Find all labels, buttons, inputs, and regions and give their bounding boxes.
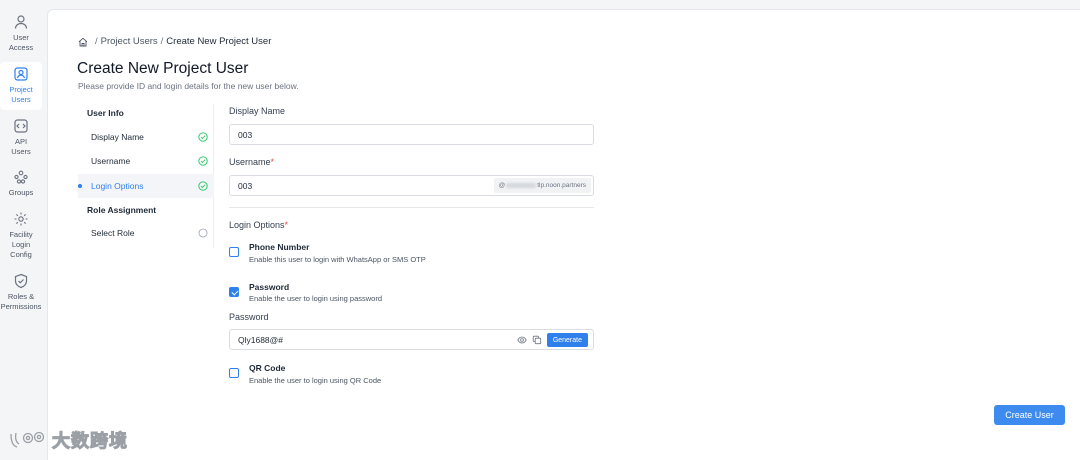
project-users-icon <box>13 66 29 82</box>
watermark: 大数跨境 <box>8 427 128 453</box>
check-circle-icon <box>198 156 208 166</box>
username-domain-suffix: @ tlp.noon.partners <box>493 178 591 193</box>
sidebar-item-groups[interactable]: Groups <box>0 169 42 201</box>
display-name-label: Display Name <box>229 106 286 116</box>
facility-config-icon <box>13 211 29 227</box>
breadcrumb-separator: / <box>160 36 164 47</box>
phone-number-checkbox[interactable] <box>229 247 239 257</box>
form-stepper: User Info Display Name Username Login Op… <box>78 104 214 248</box>
login-options-label: Login Options* <box>229 220 288 230</box>
step-display-name[interactable]: Display Name <box>78 125 214 149</box>
step-label: Select Role <box>91 228 135 238</box>
qr-code-checkbox[interactable] <box>229 368 239 378</box>
create-user-button[interactable]: Create User <box>994 405 1065 425</box>
username-label: Username* <box>229 157 274 167</box>
sidebar-item-user-access[interactable]: User Access <box>0 12 42 54</box>
username-input[interactable]: 003 @ tlp.noon.partners <box>229 175 594 196</box>
page-subtitle: Please provide ID and login details for … <box>78 81 299 91</box>
display-name-value: 003 <box>238 129 253 140</box>
sidebar-item-label: Facility Login Config <box>9 230 33 259</box>
shield-icon <box>13 273 29 289</box>
sidebar-item-label: Project Users <box>9 85 33 104</box>
phone-number-option-title: Phone Number <box>249 242 310 252</box>
blurred-domain <box>506 183 537 188</box>
breadcrumb: / Project Users / Create New Project Use… <box>78 36 271 47</box>
password-checkbox[interactable] <box>229 287 239 297</box>
sidebar-item-label: User Access <box>8 33 34 52</box>
sidebar-item-project-users[interactable]: Project Users <box>0 62 42 110</box>
step-label: Display Name <box>91 132 144 142</box>
password-actions: Generate <box>517 333 588 347</box>
current-step-dot-icon <box>78 184 82 188</box>
watermark-logo-icon <box>8 429 48 451</box>
watermark-text: 大数跨境 <box>52 431 128 452</box>
password-option-desc: Enable the user to login using password <box>249 294 383 303</box>
generate-password-button[interactable]: Generate <box>546 333 588 347</box>
suffix-at: @ <box>498 182 506 189</box>
section-divider <box>229 207 594 208</box>
step-username[interactable]: Username <box>78 149 214 173</box>
required-asterisk: * <box>270 157 275 167</box>
password-input[interactable]: Qly1688@# Generate <box>229 329 594 350</box>
display-name-input[interactable]: 003 <box>229 124 594 145</box>
sidebar-item-facility-login-config[interactable]: Facility Login Config <box>0 211 42 263</box>
breadcrumb-link-project-users[interactable]: Project Users <box>101 36 158 47</box>
step-select-role[interactable]: Select Role <box>78 221 214 245</box>
breadcrumb-current: Create New Project User <box>166 36 272 47</box>
step-label: Login Options <box>91 181 144 191</box>
password-value: Qly1688@# <box>238 334 284 345</box>
suffix-domain: tlp.noon.partners <box>537 182 586 189</box>
login-options-label-text: Login Options <box>229 220 285 230</box>
check-circle-icon <box>198 181 208 191</box>
qr-code-option-desc: Enable the user to login using QR Code <box>249 376 382 385</box>
sidebar-item-label: Roles & Permissions <box>0 292 42 311</box>
username-value: 003 <box>238 180 253 191</box>
password-option-title: Password <box>249 282 290 292</box>
user-icon <box>13 14 29 30</box>
eye-icon[interactable] <box>517 335 527 345</box>
breadcrumb-separator: / <box>95 36 98 47</box>
copy-icon[interactable] <box>532 335 542 345</box>
step-label: Username <box>91 156 131 166</box>
password-label: Password <box>229 312 269 322</box>
stepper-section-user-info: User Info <box>87 108 124 118</box>
username-label-text: Username <box>229 157 271 167</box>
sidebar-item-roles-permissions[interactable]: Roles & Permissions <box>0 273 42 313</box>
check-circle-icon <box>198 132 208 142</box>
step-login-options[interactable]: Login Options <box>78 174 214 198</box>
qr-code-option-title: QR Code <box>249 363 286 373</box>
pending-circle-icon <box>198 228 208 238</box>
sidebar: User Access Project Users API Users Grou… <box>0 0 42 460</box>
stepper-section-role-assignment: Role Assignment <box>87 205 157 215</box>
sidebar-item-api-users[interactable]: API Users <box>0 118 42 160</box>
sidebar-item-label: API Users <box>11 137 31 156</box>
api-icon <box>13 118 29 134</box>
groups-icon <box>13 169 29 185</box>
page-title: Create New Project User <box>77 60 249 77</box>
main-card: / Project Users / Create New Project Use… <box>47 9 1080 460</box>
sidebar-item-label: Groups <box>8 188 34 197</box>
home-icon[interactable] <box>78 37 88 47</box>
phone-number-option-desc: Enable this user to login with WhatsApp … <box>249 255 426 264</box>
required-asterisk: * <box>284 220 289 230</box>
